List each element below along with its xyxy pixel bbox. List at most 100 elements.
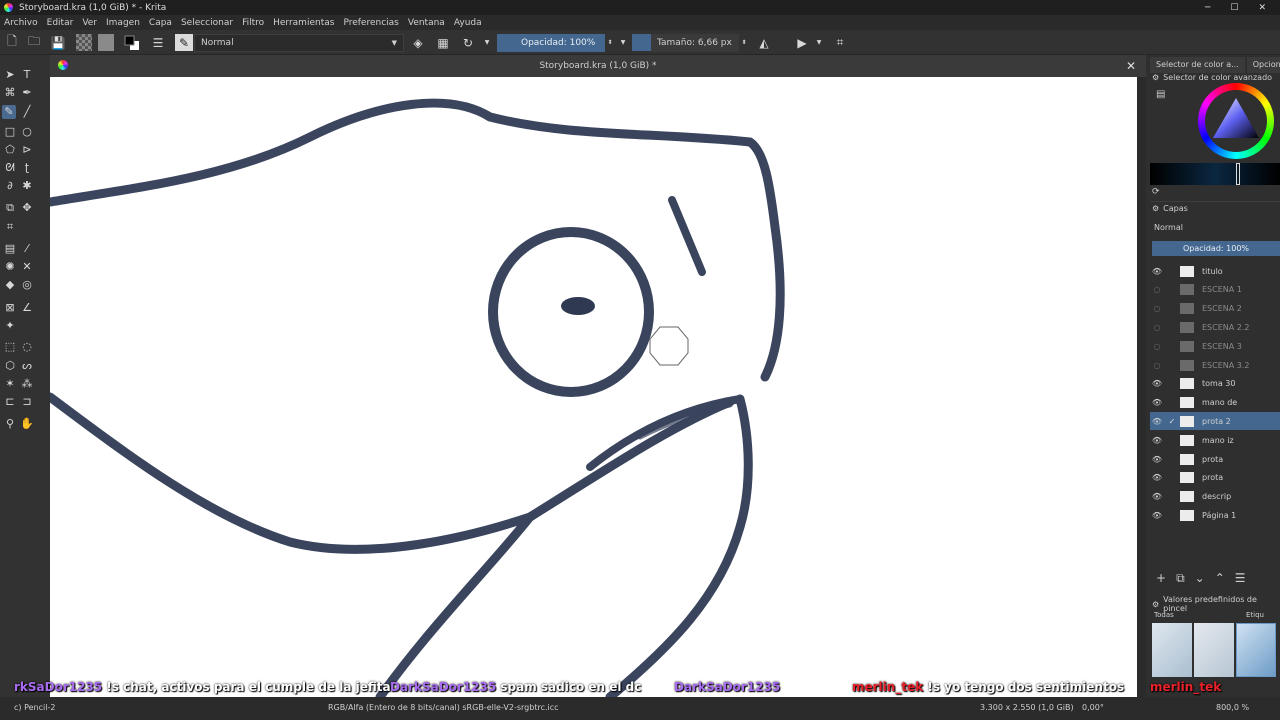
open-folder-icon[interactable]: 🗀 (26, 34, 42, 51)
layer-check-icon[interactable]: ✓ (1164, 417, 1180, 426)
maximize-button[interactable]: ☐ (1230, 3, 1238, 13)
bezier-tool-icon[interactable]: ᘛ (3, 161, 17, 175)
layer-row[interactable]: ○ ESCENA 3.2 (1150, 356, 1280, 374)
pan-tool-icon[interactable]: ✋ (20, 417, 34, 431)
brush-settings-icon[interactable]: ☰ (150, 34, 166, 51)
menu-filtro[interactable]: Filtro (242, 18, 264, 28)
visibility-eye-icon[interactable]: ○ (1150, 285, 1164, 294)
chevron-down-icon[interactable]: ▼ (618, 34, 628, 51)
layer-row[interactable]: 👁 mano de (1150, 394, 1280, 412)
ellipse-select-icon[interactable]: ◌ (20, 340, 34, 354)
brush-preset-item[interactable] (1152, 623, 1192, 677)
reference-images-icon[interactable]: ⊠ (3, 301, 17, 315)
ellipse-tool-icon[interactable]: ○ (20, 125, 34, 139)
fill-tool-icon[interactable]: ◆ (3, 278, 17, 292)
polyline-tool-icon[interactable]: ⊳ (20, 143, 34, 157)
size-slider[interactable]: Tamaño: 6,66 px (651, 34, 739, 52)
polygon-select-icon[interactable]: ⬡ (3, 359, 17, 373)
rectangle-tool-icon[interactable]: □ (3, 125, 17, 139)
wraparound-icon[interactable]: ⌗ (832, 34, 848, 51)
color-strip[interactable] (1150, 163, 1280, 185)
vertical-scrollbar[interactable] (1137, 77, 1146, 697)
zoom-tool-icon[interactable]: ⚲ (3, 417, 17, 431)
assistant-tool-icon[interactable]: ✕ (20, 260, 34, 274)
layer-row[interactable]: 👁 toma 30 (1150, 375, 1280, 393)
color-picker-icon[interactable]: ⁄ (20, 242, 34, 256)
menu-ver[interactable]: Ver (82, 18, 97, 28)
freehand-brush-icon[interactable]: ✎ (2, 105, 16, 119)
opacity-slider[interactable]: Opacidad: 100% (497, 34, 605, 52)
reload-preset-icon[interactable]: ↻ (460, 34, 476, 51)
visibility-eye-icon[interactable]: 👁 (1150, 379, 1164, 388)
zoom-status[interactable]: 800,0 % (1216, 703, 1249, 712)
visibility-eye-icon[interactable]: 👁 (1150, 492, 1164, 501)
visibility-eye-icon[interactable]: 👁 (1150, 473, 1164, 482)
color-triangle[interactable] (1211, 96, 1261, 146)
duplicate-layer-icon[interactable]: ⧉ (1176, 571, 1185, 587)
layer-row[interactable]: 👁 prota (1150, 469, 1280, 487)
flow-indicator[interactable] (632, 34, 651, 51)
layers-blend-mode[interactable]: Normal (1154, 223, 1183, 232)
visibility-eye-icon[interactable]: ○ (1150, 304, 1164, 313)
move-down-icon[interactable]: ⌄ (1195, 571, 1205, 587)
mirror-vertical-icon[interactable]: ▶ (794, 34, 810, 51)
layer-row[interactable]: ○ ESCENA 2.2 (1150, 318, 1280, 336)
layer-menu-icon[interactable]: ☰ (1235, 571, 1246, 587)
eraser-icon[interactable]: ◈ (410, 34, 426, 51)
spin-arrows-icon[interactable]: ⬍ (739, 34, 749, 51)
chevron-down-icon[interactable]: ▼ (814, 34, 824, 51)
gradient-swatch-icon[interactable] (76, 34, 92, 51)
settings-icon[interactable]: ⚙ (1152, 73, 1159, 82)
color-settings-icon[interactable]: ▤ (1156, 89, 1165, 100)
gradient-tool-icon[interactable]: ▤ (3, 242, 17, 256)
menu-editar[interactable]: Editar (47, 18, 74, 28)
enclose-fill-icon[interactable]: ◎ (20, 278, 34, 292)
visibility-eye-icon[interactable]: ○ (1150, 361, 1164, 370)
freehand-select-icon[interactable]: ᔕ (20, 359, 34, 373)
layer-row[interactable]: 👁 Página 1 (1150, 506, 1280, 524)
smart-patch-icon[interactable]: ✺ (3, 260, 17, 274)
chevron-down-icon[interactable]: ▼ (482, 34, 492, 51)
brush-tag-select[interactable]: Etiqu (1246, 611, 1264, 619)
drawing-canvas[interactable] (50, 77, 1137, 697)
layer-row[interactable]: 👁 prota (1150, 450, 1280, 468)
rotation-status[interactable]: 0,00° (1082, 703, 1104, 712)
refresh-icon[interactable]: ⟳ (1152, 187, 1160, 197)
layer-row[interactable]: 👁 ✓ prota 2 (1150, 412, 1280, 431)
move-tool-icon[interactable]: ✥ (20, 201, 34, 215)
settings-icon[interactable]: ⚙ (1152, 600, 1159, 609)
brush-preset-icon[interactable]: ✎ (175, 34, 193, 51)
magnetic-select-icon[interactable]: ⊐ (20, 395, 34, 409)
visibility-eye-icon[interactable]: 👁 (1150, 398, 1164, 407)
menu-herramientas[interactable]: Herramientas (273, 18, 334, 28)
tab-color-selector[interactable]: Selector de color a... (1150, 57, 1245, 73)
document-tab[interactable]: Storyboard.kra (1,0 GiB) * (50, 55, 1146, 77)
text-tool-icon[interactable]: T (20, 68, 34, 82)
bezier-select-icon[interactable]: ⊏ (3, 395, 17, 409)
brush-filter-select[interactable]: Todas (1154, 611, 1174, 619)
layer-row[interactable]: ○ ESCENA 1 (1150, 281, 1280, 299)
visibility-eye-icon[interactable]: ○ (1150, 342, 1164, 351)
layer-row[interactable]: ○ ESCENA 3 (1150, 337, 1280, 355)
spin-arrows-icon[interactable]: ⬍ (605, 34, 615, 51)
measure-tool-icon[interactable]: ∠ (20, 301, 34, 315)
alpha-lock-icon[interactable]: ▦ (435, 34, 451, 51)
menu-archivo[interactable]: Archivo (4, 18, 38, 28)
crop-tool-icon[interactable]: ⌗ (3, 220, 17, 234)
visibility-eye-icon[interactable]: 👁 (1150, 267, 1164, 276)
minimize-button[interactable]: ─ (1205, 3, 1210, 13)
menu-ayuda[interactable]: Ayuda (454, 18, 482, 28)
tab-options[interactable]: Opcione (1246, 57, 1280, 73)
edit-shapes-icon[interactable]: ⌘ (3, 86, 17, 100)
settings-icon[interactable]: ⚙ (1152, 204, 1159, 213)
new-document-icon[interactable]: 🗋 (4, 34, 20, 51)
close-window-button[interactable]: ✕ (1258, 3, 1266, 13)
polygon-tool-icon[interactable]: ⬠ (3, 143, 17, 157)
brush-preset-item-selected[interactable] (1236, 623, 1276, 677)
visibility-eye-icon[interactable]: 👁 (1150, 436, 1164, 445)
menu-ventana[interactable]: Ventana (408, 18, 445, 28)
color-profile-status[interactable]: RGB/Alfa (Entero de 8 bits/canal) sRGB-e… (328, 703, 559, 712)
layer-row[interactable]: 👁 mano iz (1150, 431, 1280, 449)
visibility-eye-icon[interactable]: ○ (1150, 323, 1164, 332)
layer-row[interactable]: 👁 titulo (1150, 262, 1280, 280)
